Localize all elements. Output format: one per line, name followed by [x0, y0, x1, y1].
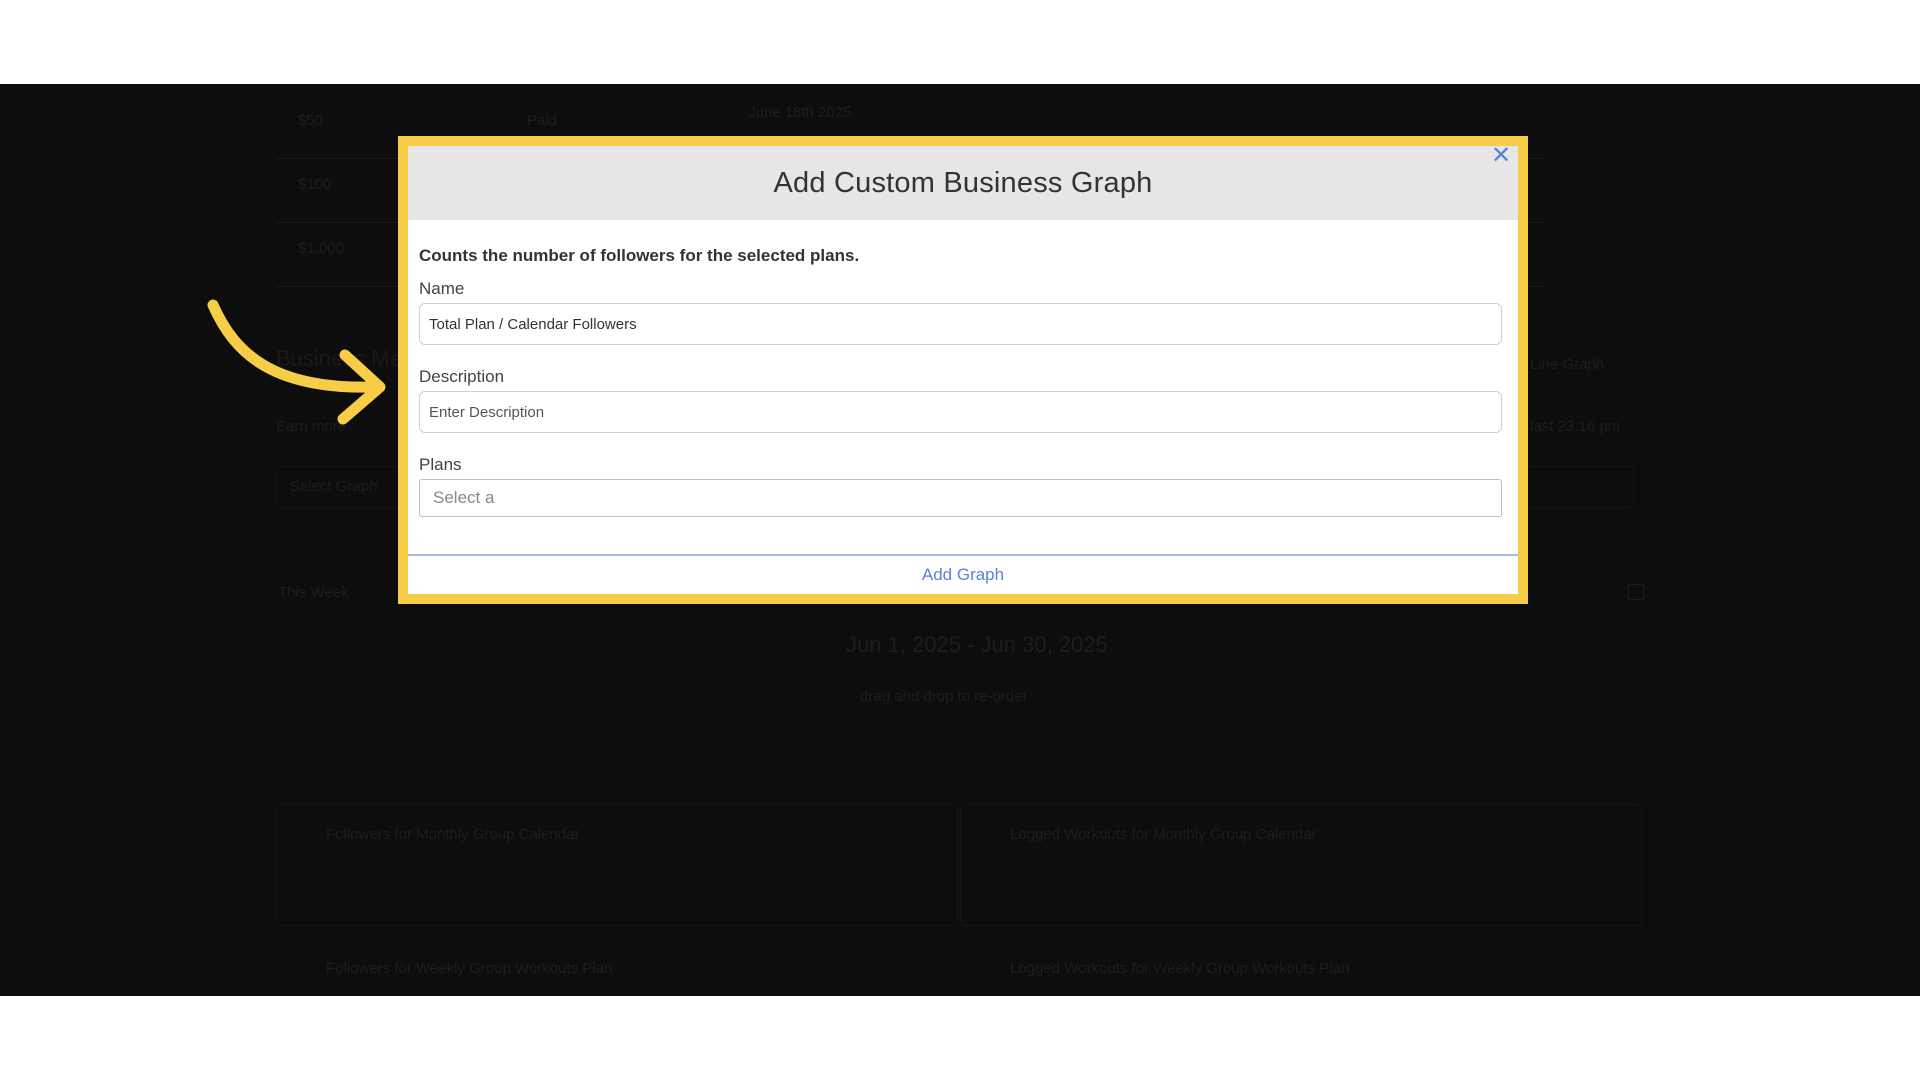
drag-hint: drag and drop to re-order [860, 688, 1028, 705]
graph-select-text: Select Graph [290, 478, 378, 495]
graph-card-title: Logged Workouts for Monthly Group Calend… [1010, 826, 1317, 843]
graph-card-title: Followers for Weekly Group Workouts Plan [326, 960, 612, 977]
add-graph-modal: Add Custom Business Graph ✕ Counts the n… [408, 146, 1518, 594]
name-label: Name [419, 279, 1507, 299]
date-text: June 18th 2025 [748, 104, 851, 121]
plans-select-placeholder: Select a [433, 488, 494, 508]
period-label: This Week [278, 584, 349, 601]
annotation-arrow-icon [205, 295, 405, 435]
graph-card[interactable] [960, 804, 1642, 926]
add-graph-button[interactable]: Add Graph [922, 565, 1004, 585]
plans-select[interactable]: Select a [419, 479, 1502, 517]
date-range: Jun 1, 2025 - Jun 30, 2025 [846, 632, 1108, 658]
graph-card-title: Logged Workouts for Weekly Group Workout… [1010, 960, 1349, 977]
modal-header: Add Custom Business Graph [408, 146, 1518, 220]
graph-card-title: Followers for Monthly Group Calendar [326, 826, 579, 843]
name-input[interactable] [419, 303, 1502, 345]
modal-footer: Add Graph [408, 554, 1518, 594]
price-50: $50 [298, 112, 323, 129]
last-updated: last 23:16 pm [1530, 418, 1620, 435]
graph-card[interactable] [276, 804, 958, 926]
paid-label: Paid [527, 112, 557, 129]
modal-highlight-frame: Add Custom Business Graph ✕ Counts the n… [398, 136, 1528, 604]
price-1000: $1,000 [298, 240, 344, 257]
plans-label: Plans [419, 455, 1507, 475]
description-label: Description [419, 367, 1507, 387]
modal-description: Counts the number of followers for the s… [419, 246, 1507, 266]
graph-type-select[interactable]: Line Graph [1530, 356, 1604, 373]
price-100: $100 [298, 176, 331, 193]
calendar-icon[interactable] [1628, 584, 1644, 600]
modal-title: Add Custom Business Graph [774, 167, 1153, 200]
close-icon[interactable]: ✕ [1490, 146, 1512, 166]
modal-body: Counts the number of followers for the s… [408, 220, 1518, 517]
description-input[interactable] [419, 391, 1502, 433]
